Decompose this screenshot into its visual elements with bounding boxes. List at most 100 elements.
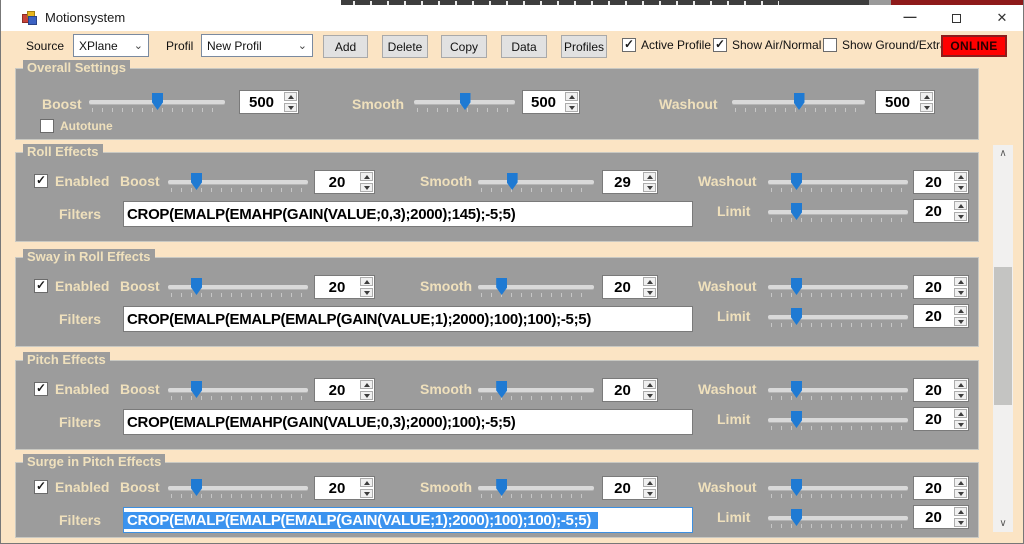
smooth-slider[interactable] — [478, 276, 594, 300]
spin-up-button[interactable] — [954, 201, 967, 210]
washout-slider[interactable] — [768, 171, 908, 195]
washout-slider[interactable] — [768, 379, 908, 403]
smooth-slider[interactable] — [414, 91, 515, 115]
limit-spinner[interactable]: 20 — [913, 304, 969, 328]
active-profile-checkbox[interactable]: ✓ Active Profile — [622, 38, 711, 52]
enabled-checkbox[interactable]: ✓ — [34, 174, 48, 188]
enabled-checkbox[interactable]: ✓ — [34, 382, 48, 396]
spin-down-button[interactable] — [360, 391, 373, 400]
checkbox-box[interactable]: ✓ — [622, 38, 636, 52]
boost-spinner[interactable]: 20 — [314, 476, 375, 500]
spin-down-button[interactable] — [643, 183, 656, 192]
autotune-checkbox[interactable]: ✓ Autotune — [40, 119, 113, 133]
delete-button[interactable]: Delete — [382, 35, 428, 58]
limit-value[interactable]: 20 — [914, 506, 953, 528]
boost-spinner[interactable]: 500 — [239, 90, 299, 114]
smooth-value[interactable]: 29 — [603, 171, 642, 193]
boost-spinner[interactable]: 20 — [314, 170, 375, 194]
slider-track[interactable] — [768, 285, 908, 289]
slider-track[interactable] — [168, 180, 308, 184]
spin-up-button[interactable] — [954, 277, 967, 286]
slider-track[interactable] — [768, 388, 908, 392]
limit-spinner[interactable]: 20 — [913, 505, 969, 529]
spin-up-button[interactable] — [954, 380, 967, 389]
slider-track[interactable] — [168, 285, 308, 289]
spin-up-button[interactable] — [954, 478, 967, 487]
copy-button[interactable]: Copy — [441, 35, 487, 58]
vertical-scrollbar[interactable]: ∧ ∨ — [993, 145, 1013, 532]
smooth-slider[interactable] — [478, 477, 594, 501]
washout-spinner[interactable]: 20 — [913, 170, 969, 194]
smooth-slider[interactable] — [478, 171, 594, 195]
slider-track[interactable] — [768, 315, 908, 319]
boost-value[interactable]: 20 — [315, 477, 359, 499]
spin-down-button[interactable] — [954, 420, 967, 429]
boost-slider[interactable] — [168, 276, 308, 300]
show-ground-extra-checkbox[interactable]: ✓ Show Ground/Extra — [823, 38, 947, 52]
spin-down-button[interactable] — [643, 489, 656, 498]
filters-input[interactable]: CROP(EMALP(EMALP(EMALP(GAIN(VALUE;1);200… — [123, 306, 693, 332]
boost-value[interactable]: 20 — [315, 276, 359, 298]
spin-up-button[interactable] — [643, 277, 656, 286]
washout-value[interactable]: 20 — [914, 379, 953, 401]
slider-track[interactable] — [478, 285, 594, 289]
limit-spinner[interactable]: 20 — [913, 407, 969, 431]
scroll-up-button[interactable]: ∧ — [993, 145, 1013, 162]
spin-up-button[interactable] — [643, 380, 656, 389]
smooth-spinner[interactable]: 20 — [602, 275, 658, 299]
smooth-value[interactable]: 20 — [603, 276, 642, 298]
washout-value[interactable]: 20 — [914, 477, 953, 499]
spin-up-button[interactable] — [565, 92, 578, 101]
spin-down-button[interactable] — [954, 317, 967, 326]
checkbox-box[interactable]: ✓ — [823, 38, 837, 52]
spin-down-button[interactable] — [954, 212, 967, 221]
slider-track[interactable] — [478, 486, 594, 490]
spin-down-button[interactable] — [360, 288, 373, 297]
smooth-spinner[interactable]: 500 — [522, 90, 580, 114]
washout-spinner[interactable]: 20 — [913, 476, 969, 500]
smooth-value[interactable]: 20 — [603, 477, 642, 499]
spin-up-button[interactable] — [360, 380, 373, 389]
maximize-button[interactable] — [933, 5, 979, 31]
smooth-spinner[interactable]: 29 — [602, 170, 658, 194]
spin-up-button[interactable] — [920, 92, 933, 101]
spin-up-button[interactable] — [954, 306, 967, 315]
washout-spinner[interactable]: 20 — [913, 275, 969, 299]
spin-down-button[interactable] — [954, 489, 967, 498]
spin-up-button[interactable] — [954, 409, 967, 418]
spin-down-button[interactable] — [360, 489, 373, 498]
smooth-spinner[interactable]: 20 — [602, 378, 658, 402]
smooth-value[interactable]: 20 — [603, 379, 642, 401]
profil-select[interactable]: New Profil ⌄ — [201, 34, 313, 57]
boost-value[interactable]: 20 — [315, 379, 359, 401]
enabled-checkbox[interactable]: ✓ — [34, 480, 48, 494]
spin-down-button[interactable] — [954, 391, 967, 400]
spin-up-button[interactable] — [954, 172, 967, 181]
boost-value[interactable]: 500 — [240, 91, 283, 113]
spin-down-button[interactable] — [643, 288, 656, 297]
slider-track[interactable] — [478, 388, 594, 392]
smooth-value[interactable]: 500 — [523, 91, 564, 113]
spin-down-button[interactable] — [360, 183, 373, 192]
boost-slider[interactable] — [168, 379, 308, 403]
boost-spinner[interactable]: 20 — [314, 275, 375, 299]
profiles-button[interactable]: Profiles — [561, 35, 607, 58]
boost-slider[interactable] — [89, 91, 225, 115]
spin-up-button[interactable] — [643, 478, 656, 487]
checkbox-box[interactable]: ✓ — [40, 119, 54, 133]
spin-down-button[interactable] — [954, 288, 967, 297]
washout-slider[interactable] — [768, 477, 908, 501]
smooth-spinner[interactable]: 20 — [602, 476, 658, 500]
spin-up-button[interactable] — [360, 277, 373, 286]
washout-slider[interactable] — [768, 276, 908, 300]
filters-input[interactable]: CROP(EMALP(EMAHP(GAIN(VALUE;0,3);2000);1… — [123, 201, 693, 227]
slider-track[interactable] — [168, 388, 308, 392]
spin-down-button[interactable] — [284, 103, 297, 112]
smooth-slider[interactable] — [478, 379, 594, 403]
slider-track[interactable] — [768, 516, 908, 520]
limit-slider[interactable] — [768, 409, 908, 433]
limit-slider[interactable] — [768, 201, 908, 225]
washout-value[interactable]: 20 — [914, 276, 953, 298]
enabled-checkbox[interactable]: ✓ — [34, 279, 48, 293]
washout-spinner[interactable]: 20 — [913, 378, 969, 402]
